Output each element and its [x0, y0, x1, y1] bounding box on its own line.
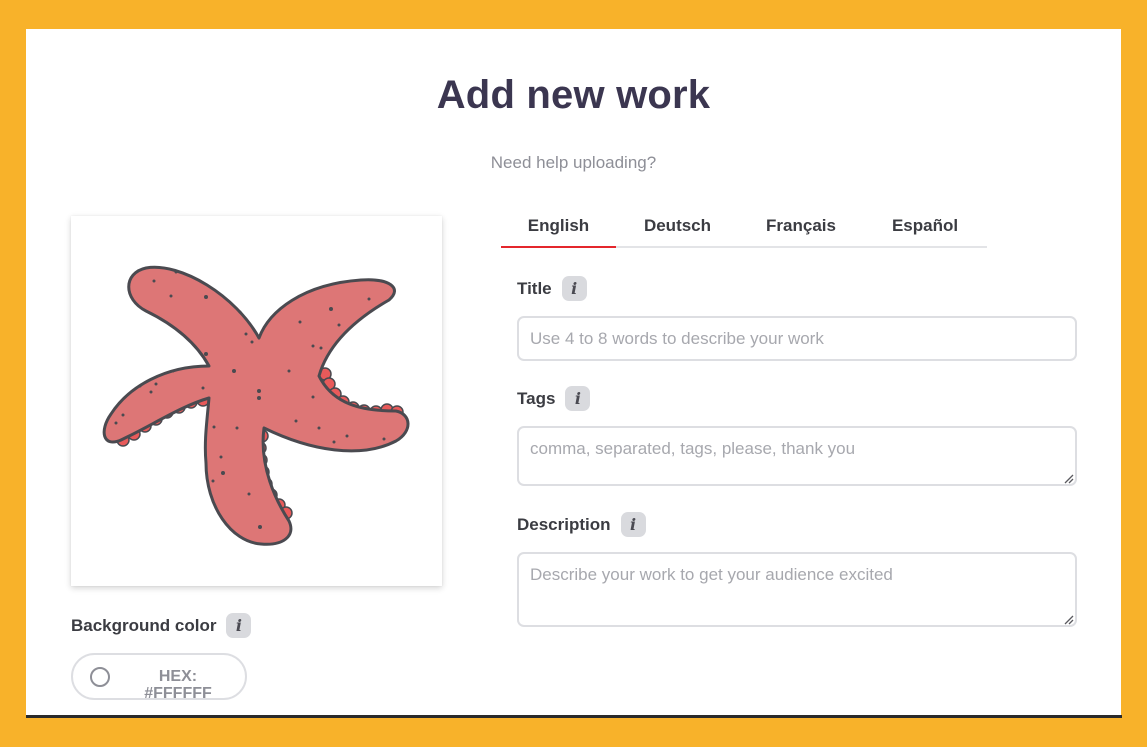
- help-uploading-link[interactable]: Need help uploading?: [26, 153, 1121, 173]
- hex-readout: HEX: #FFFFFF: [133, 668, 223, 700]
- background-color-label: Background color i: [71, 613, 252, 638]
- info-icon[interactable]: i: [620, 512, 646, 537]
- page-title: Add new work: [436, 73, 711, 117]
- title-label-text: Title: [517, 278, 552, 298]
- language-tabs: English Deutsch Français Español: [501, 212, 987, 248]
- description-input[interactable]: [517, 552, 1077, 627]
- info-icon[interactable]: i: [561, 276, 587, 301]
- starfish-image: [102, 265, 410, 546]
- color-swatch[interactable]: [90, 667, 110, 687]
- tab-english[interactable]: English: [501, 212, 616, 248]
- title-label: Title i: [517, 276, 587, 301]
- tab-espanol[interactable]: Español: [863, 212, 987, 246]
- description-label-text: Description: [517, 514, 611, 534]
- background-color-label-text: Background color: [71, 615, 217, 635]
- tab-francais[interactable]: Français: [739, 212, 863, 246]
- tags-label-text: Tags: [517, 388, 556, 408]
- description-label: Description i: [517, 512, 646, 537]
- panel-bottom-border: [26, 715, 1122, 718]
- title-input[interactable]: [517, 316, 1077, 361]
- info-icon[interactable]: i: [565, 386, 591, 411]
- tags-label: Tags i: [517, 386, 591, 411]
- resize-handle-icon[interactable]: [1062, 471, 1074, 484]
- hex-value: #FFFFFF: [144, 685, 212, 700]
- tab-deutsch[interactable]: Deutsch: [616, 212, 739, 246]
- upload-panel: Add new work Need help uploading? Backgr…: [26, 29, 1121, 716]
- resize-handle-icon[interactable]: [1062, 612, 1074, 625]
- background-color-picker[interactable]: HEX: #FFFFFF: [71, 653, 247, 700]
- tags-input[interactable]: [517, 426, 1077, 486]
- info-icon[interactable]: i: [226, 613, 252, 638]
- artwork-preview[interactable]: [71, 216, 442, 586]
- hex-label: HEX:: [158, 668, 198, 685]
